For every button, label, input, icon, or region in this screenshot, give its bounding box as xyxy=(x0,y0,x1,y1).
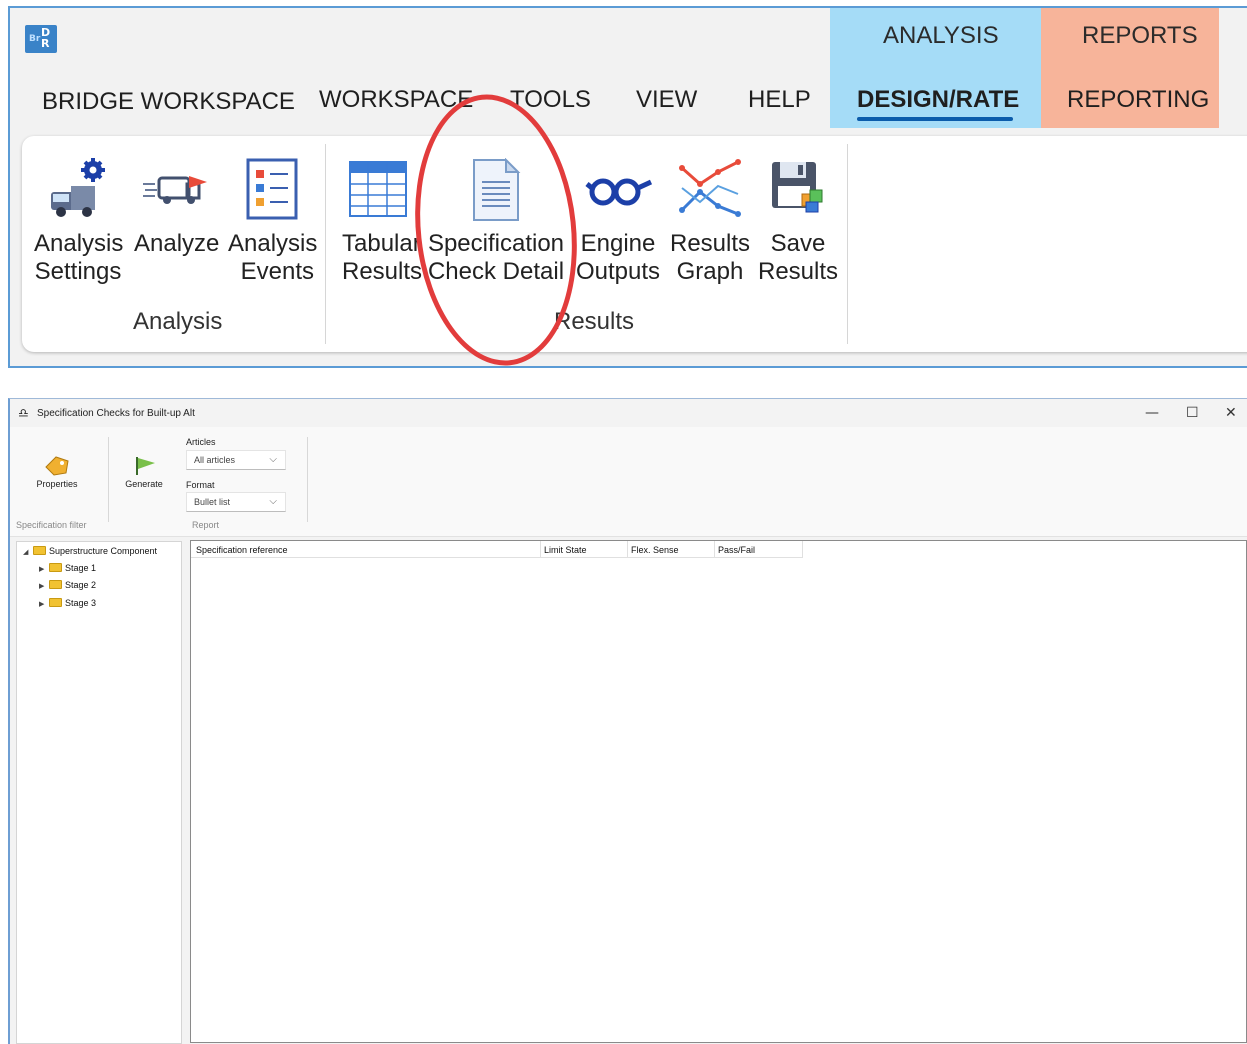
close-button[interactable]: ✕ xyxy=(1225,405,1237,421)
folder-icon xyxy=(33,546,46,555)
spec-checks-window: ♎ Specification Checks for Built-up Alt … xyxy=(8,398,1247,1044)
group-label-report: Report xyxy=(192,520,220,530)
group-label-results: Results xyxy=(554,308,635,335)
column-divider[interactable] xyxy=(802,541,803,558)
context-title-analysis: ANALYSIS xyxy=(883,22,999,49)
generate-button[interactable]: Generate xyxy=(121,455,167,489)
tree-node-stage-1[interactable]: ▶ Stage 1 xyxy=(39,563,96,579)
tab-help[interactable]: HELP xyxy=(748,86,811,114)
tab-view[interactable]: VIEW xyxy=(636,86,697,114)
folder-icon xyxy=(49,563,62,572)
analysis-events-button[interactable]: Analysis Events xyxy=(228,158,318,286)
save-results-button[interactable]: Save Results xyxy=(758,158,838,286)
chevron-down-icon: ⌵ xyxy=(269,496,277,507)
tree-node-stage-2[interactable]: ▶ Stage 2 xyxy=(39,580,96,596)
chevron-down-icon: ⌵ xyxy=(269,454,277,465)
tree-node-label: Stage 2 xyxy=(65,580,97,590)
properties-label: Properties xyxy=(36,479,78,489)
group-label-analysis: Analysis xyxy=(133,308,223,335)
table-icon xyxy=(338,158,418,222)
results-graph-label-2: Graph xyxy=(676,258,744,285)
column-header-limit-state[interactable]: Limit State xyxy=(544,545,587,555)
grid-header: Specification reference Limit State Flex… xyxy=(191,541,803,558)
tree-node-stage-3[interactable]: ▶ Stage 3 xyxy=(39,598,96,614)
results-graph-button[interactable]: Results Graph xyxy=(670,158,750,286)
group-separator xyxy=(325,144,326,344)
column-divider[interactable] xyxy=(714,541,715,558)
floppy-disk-icon xyxy=(758,158,838,222)
format-value: Bullet list xyxy=(194,497,231,507)
toolbar-separator xyxy=(307,437,308,522)
tree-node-superstructure[interactable]: ◢ Superstructure Component xyxy=(23,546,157,562)
tab-reporting[interactable]: REPORTING xyxy=(1067,86,1209,114)
articles-dropdown[interactable]: All articles ⌵ xyxy=(186,450,286,470)
truck-gear-icon xyxy=(34,158,122,222)
analyze-label: Analyze xyxy=(134,230,220,257)
column-header-flex-sense[interactable]: Flex. Sense xyxy=(631,545,679,555)
dialog-toolbar: Properties Generate Articles All article… xyxy=(10,427,1247,537)
tab-design-rate[interactable]: DESIGN/RATE xyxy=(857,86,1019,114)
analyze-button[interactable]: Analyze xyxy=(134,158,220,258)
minimize-button[interactable]: — xyxy=(1145,405,1159,421)
analysis-settings-button[interactable]: Analysis Settings xyxy=(34,158,124,286)
engine-outputs-label-2: Outputs xyxy=(575,258,661,285)
green-flag-icon xyxy=(136,457,155,475)
analysis-events-label-1: Analysis xyxy=(228,230,318,257)
tabular-results-label-1: Tabular xyxy=(342,230,421,257)
glasses-icon xyxy=(574,158,662,222)
results-grid: Specification reference Limit State Flex… xyxy=(190,540,1247,1043)
format-label: Format xyxy=(186,480,215,490)
save-results-label-1: Save xyxy=(770,230,826,257)
group-label-specification-filter: Specification filter xyxy=(16,520,87,530)
tabular-results-button[interactable]: Tabular Results xyxy=(338,158,423,286)
articles-value: All articles xyxy=(194,455,236,465)
title-bar: ♎ Specification Checks for Built-up Alt … xyxy=(10,399,1247,427)
ribbon-panel: Analysis Settings Analyze Analysis Event… xyxy=(22,136,1247,352)
collapsed-arrow-icon[interactable]: ▶ xyxy=(39,600,49,608)
folder-icon xyxy=(49,598,62,607)
tab-bridge-workspace[interactable]: BRIDGE WORKSPACE xyxy=(42,88,295,116)
analysis-settings-label-2: Settings xyxy=(34,258,122,285)
articles-label: Articles xyxy=(186,437,216,447)
truck-speed-icon xyxy=(134,158,218,222)
column-header-spec-reference[interactable]: Specification reference xyxy=(196,545,288,555)
tree-node-label: Stage 3 xyxy=(65,598,97,608)
save-results-label-2: Results xyxy=(758,258,839,285)
context-title-reports: REPORTS xyxy=(1082,22,1198,49)
analysis-events-label-2: Events xyxy=(240,258,314,285)
tree-node-label: Stage 1 xyxy=(65,563,97,573)
results-graph-label-1: Results xyxy=(670,230,751,257)
tree-node-label: Superstructure Component xyxy=(49,546,158,556)
maximize-button[interactable]: ☐ xyxy=(1186,405,1199,421)
active-tab-indicator xyxy=(857,117,1013,121)
line-graph-icon xyxy=(670,158,750,222)
toolbar-separator xyxy=(108,437,109,522)
properties-button[interactable]: Properties xyxy=(32,455,82,489)
tabular-results-label-2: Results xyxy=(342,258,423,285)
column-header-pass-fail[interactable]: Pass/Fail xyxy=(718,545,755,555)
collapsed-arrow-icon[interactable]: ▶ xyxy=(39,565,49,573)
engine-outputs-label-1: Engine xyxy=(580,230,656,257)
column-divider[interactable] xyxy=(540,541,541,558)
window-title: Specification Checks for Built-up Alt xyxy=(37,408,195,419)
app-logo[interactable]: Br D R xyxy=(25,25,57,53)
generate-label: Generate xyxy=(125,479,163,489)
engine-outputs-button[interactable]: Engine Outputs xyxy=(574,158,662,286)
folder-icon xyxy=(49,580,62,589)
group-separator-end xyxy=(847,144,848,344)
format-dropdown[interactable]: Bullet list ⌵ xyxy=(186,492,286,512)
column-divider[interactable] xyxy=(627,541,628,558)
tree-pane: ◢ Superstructure Component ▶ Stage 1 ▶ Stag… xyxy=(16,541,182,1044)
bridge-app-icon: ♎ xyxy=(18,406,29,420)
checklist-icon xyxy=(228,158,316,222)
analysis-settings-label-1: Analysis xyxy=(34,230,124,257)
expanded-arrow-icon[interactable]: ◢ xyxy=(23,548,33,556)
ribbon: Br D R ANALYSIS REPORTS BRIDGE WORKSPACE W… xyxy=(8,6,1247,368)
collapsed-arrow-icon[interactable]: ▶ xyxy=(39,582,49,590)
tag-icon xyxy=(45,456,69,476)
